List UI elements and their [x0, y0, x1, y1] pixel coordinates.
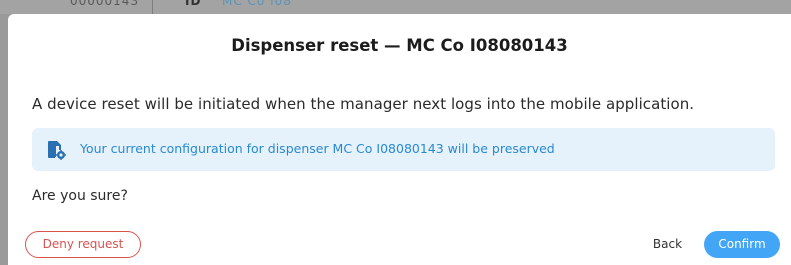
background-divider	[152, 0, 153, 14]
background-text: 00000143	[70, 0, 140, 8]
dialog-title: Dispenser reset — MC Co I08080143	[231, 36, 568, 55]
info-banner: Your current configuration for dispenser…	[32, 128, 775, 171]
back-button[interactable]: Back	[640, 231, 695, 258]
background-text: MC Co I08	[222, 0, 292, 8]
background-page-strip: 00000143 ID MC Co I08	[0, 0, 791, 14]
reset-dialog: Dispenser reset — MC Co I08080143 A devi…	[8, 14, 791, 265]
confirmation-question: Are you sure?	[32, 188, 128, 204]
file-settings-icon	[46, 140, 66, 160]
confirm-button[interactable]: Confirm	[704, 231, 780, 258]
dialog-message: A device reset will be initiated when th…	[32, 95, 695, 113]
deny-request-button[interactable]: Deny request	[25, 231, 141, 258]
info-text: Your current configuration for dispenser…	[80, 141, 555, 156]
background-text: ID	[185, 0, 202, 8]
